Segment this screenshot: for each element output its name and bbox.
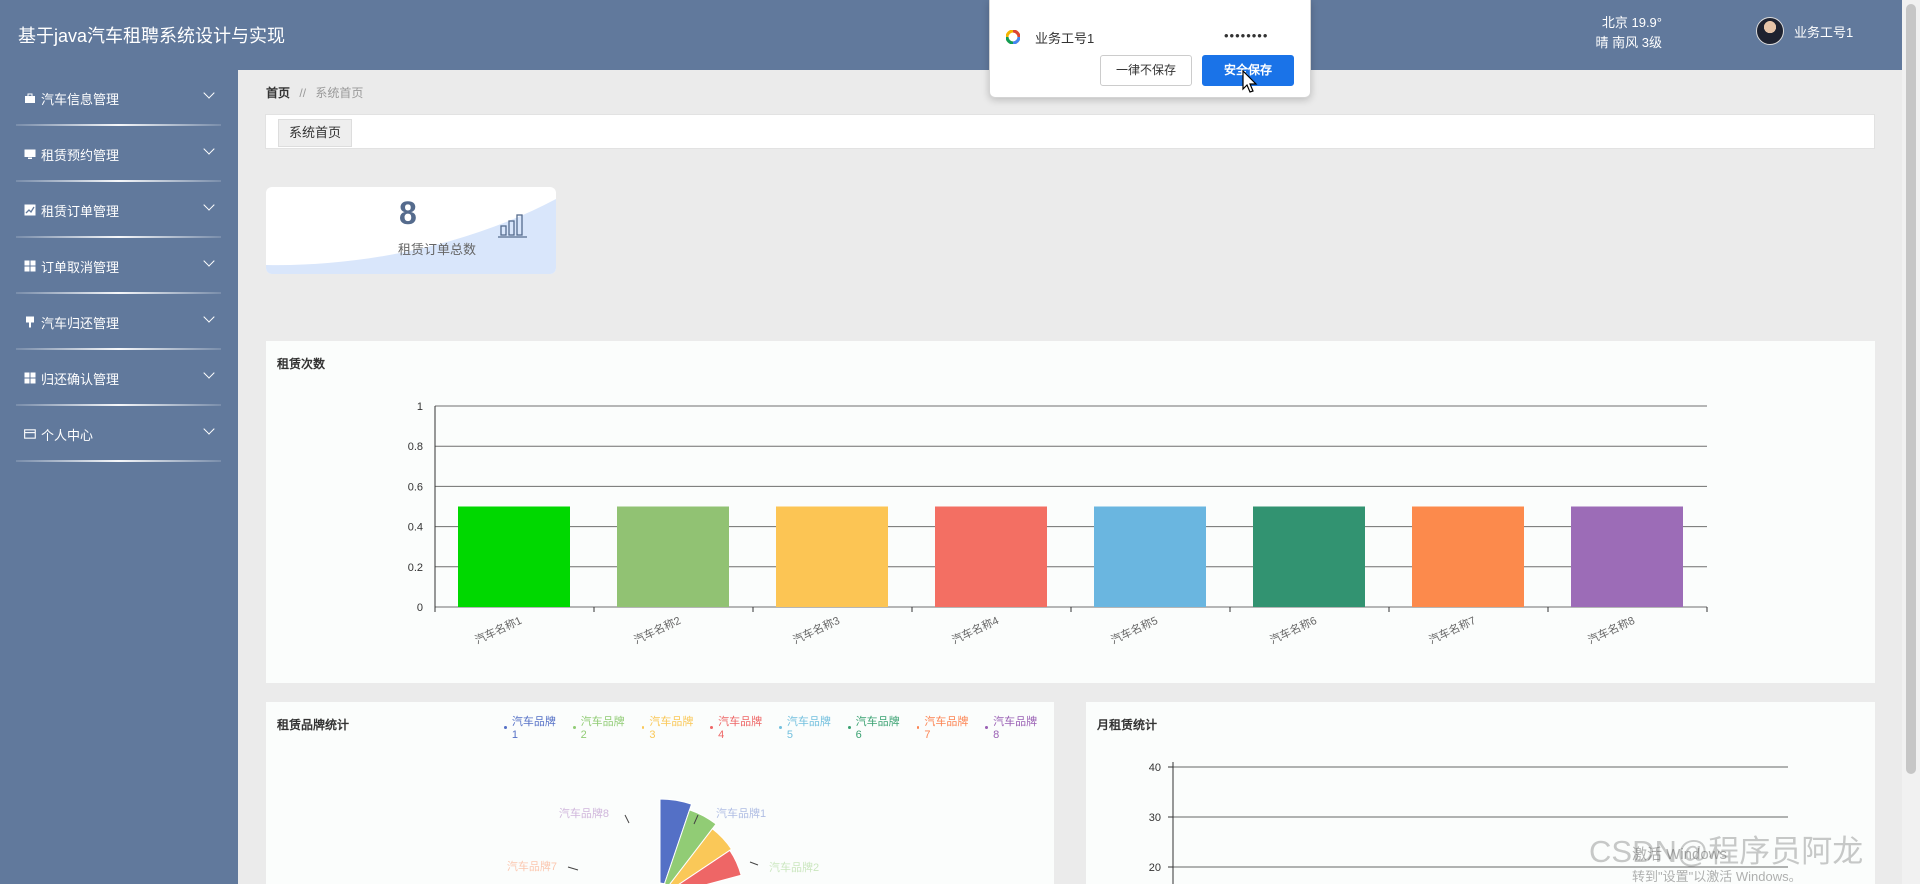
pie-slice-label: 汽车品牌8 <box>559 806 609 820</box>
chevron-down-icon <box>203 199 215 211</box>
sidebar-item-car-info[interactable]: 汽车信息管理 <box>0 70 238 126</box>
chevron-down-icon <box>203 423 215 435</box>
scrollbar-thumb[interactable] <box>1906 4 1916 774</box>
windows-activation-hint: 转到"设置"以激活 Windows。 <box>1632 869 1802 884</box>
pin-icon <box>24 316 36 328</box>
sidebar-item-profile[interactable]: 个人中心 <box>0 406 238 462</box>
user-menu[interactable]: 业务工号1 <box>1756 17 1853 45</box>
monitor-icon <box>24 148 36 160</box>
sidebar-item-label: 归还确认管理 <box>41 371 120 387</box>
never-save-button[interactable]: 一律不保存 <box>1100 55 1192 86</box>
windows-activation-title: 激活 Windows <box>1632 846 1728 863</box>
x-tick-label: 汽车名称1 <box>472 613 523 647</box>
chart-icon <box>24 204 36 216</box>
x-tick-label: 汽车名称4 <box>949 613 1000 647</box>
chevron-down-icon <box>203 143 215 155</box>
pie-label-line <box>567 866 579 871</box>
card-icon <box>24 428 36 440</box>
y-tick-label: 0.8 <box>408 441 423 453</box>
weather-city-temp: 北京 19.9° <box>1601 15 1662 30</box>
password-save-popup: 业务工号1 •••••••• 一律不保存 安全保存 <box>989 0 1311 98</box>
sidebar: 汽车信息管理 租赁预约管理 租赁订单管理 订单取消管理 汽车归还管理 归还确认管… <box>0 70 238 884</box>
bar <box>776 506 888 607</box>
y-tick-label: 30 <box>1149 812 1161 824</box>
weather-condition: 晴 南风 3级 <box>1595 35 1662 50</box>
sidebar-item-orders[interactable]: 租赁订单管理 <box>0 182 238 238</box>
app-title: 基于java汽车租聘系统设计与实现 <box>18 26 286 46</box>
sidebar-item-label: 租赁订单管理 <box>41 203 120 219</box>
breadcrumb: 首页 // 系统首页 <box>266 84 363 101</box>
tab-home[interactable]: 系统首页 <box>278 119 353 147</box>
bar <box>458 506 570 607</box>
stat-value: 8 <box>399 195 417 231</box>
pie-slice-label: 汽车品牌1 <box>716 806 766 820</box>
chevron-down-icon <box>203 367 215 379</box>
y-tick-label: 0.2 <box>408 562 423 574</box>
y-tick-label: 0.6 <box>408 481 423 493</box>
x-tick-label: 汽车名称8 <box>1585 613 1636 647</box>
sidebar-item-label: 汽车信息管理 <box>41 91 120 107</box>
weather-widget: 北京 19.9° 晴 南风 3级 <box>1582 13 1662 53</box>
pie-slice-label: 汽车品牌2 <box>769 860 819 874</box>
sidebar-item-cancel[interactable]: 订单取消管理 <box>0 238 238 294</box>
sidebar-item-label: 个人中心 <box>41 427 94 443</box>
x-tick-label: 汽车名称6 <box>1267 613 1318 647</box>
x-tick-label: 汽车名称3 <box>790 613 841 647</box>
mouse-cursor-icon <box>1242 70 1258 93</box>
bar <box>1253 506 1365 607</box>
bar-chart-icon <box>498 214 527 238</box>
breadcrumb-current: 系统首页 <box>315 86 364 100</box>
chevron-down-icon <box>203 87 215 99</box>
bar <box>935 506 1047 607</box>
chevron-down-icon <box>203 311 215 323</box>
brand-stats-panel: 租赁品牌统计 汽车品牌1 汽车品牌2 汽车品牌3 汽车品牌4 汽车品牌5 汽车品牌6 汽车品… <box>266 702 1054 884</box>
y-tick-label: 0 <box>417 602 423 614</box>
x-tick-label: 汽车名称7 <box>1426 613 1477 647</box>
breadcrumb-separator: // <box>299 86 307 100</box>
bar <box>1571 506 1683 607</box>
chevron-down-icon <box>203 255 215 267</box>
bar <box>617 506 729 607</box>
sidebar-item-label: 订单取消管理 <box>41 259 120 275</box>
stat-card: 8 租赁订单总数 <box>266 187 556 274</box>
y-tick-label: 40 <box>1149 762 1161 774</box>
y-tick-label: 0.4 <box>408 522 423 534</box>
y-tick-label: 1 <box>417 401 423 413</box>
x-tick-label: 汽车名称5 <box>1108 613 1159 647</box>
bar <box>1412 506 1524 607</box>
brand-pie-chart: 汽车品牌1 汽车品牌2 汽车品牌7 汽车品牌8 <box>507 798 819 884</box>
breadcrumb-home[interactable]: 首页 <box>266 86 290 100</box>
pie-label-line <box>749 861 759 866</box>
y-tick-label: 20 <box>1149 862 1161 874</box>
pie-label-line <box>624 814 630 824</box>
rent-count-panel: 租赁次数 0 0.2 0.4 0.6 0.8 1 汽车名称1 汽车名称2 汽车名称3 汽车名称4 汽… <box>266 341 1875 683</box>
rent-count-bar-chart: 0 0.2 0.4 0.6 0.8 1 汽车名称1 汽车名称2 汽车名称3 汽车名称4 汽车名称5 汽… <box>408 401 1708 647</box>
browser-logo-icon <box>1006 30 1020 44</box>
tab-bar: 系统首页 <box>265 114 1875 149</box>
sidebar-item-reservation[interactable]: 租赁预约管理 <box>0 126 238 182</box>
avatar[interactable] <box>1756 17 1784 45</box>
bar <box>1094 506 1206 607</box>
x-tick-label: 汽车名称2 <box>631 613 682 647</box>
grid-icon <box>24 260 36 272</box>
user-name[interactable]: 业务工号1 <box>1794 22 1853 41</box>
top-bar: 基于java汽车租聘系统设计与实现 北京 19.9° 晴 南风 3级 业务工号1 <box>0 0 1902 70</box>
sidebar-item-label: 租赁预约管理 <box>41 147 120 163</box>
grid-icon <box>24 372 36 384</box>
stat-label: 租赁订单总数 <box>398 242 477 257</box>
sidebar-item-label: 汽车归还管理 <box>41 315 120 331</box>
saved-password-mask: •••••••• <box>1224 28 1269 43</box>
saved-username: 业务工号1 <box>1035 31 1095 46</box>
pie-slice-label: 汽车品牌7 <box>507 859 557 873</box>
page-scrollbar[interactable] <box>1902 0 1920 884</box>
sidebar-item-return[interactable]: 汽车归还管理 <box>0 294 238 350</box>
briefcase-icon <box>24 92 36 104</box>
sidebar-item-return-confirm[interactable]: 归还确认管理 <box>0 350 238 406</box>
